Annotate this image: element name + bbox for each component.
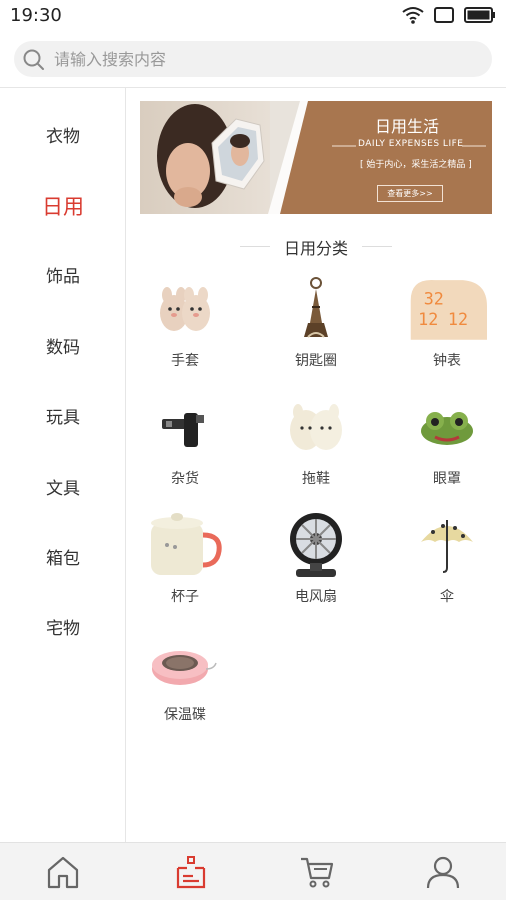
- category-umbrella[interactable]: 伞: [387, 510, 506, 620]
- nav-profile[interactable]: [418, 851, 468, 893]
- banner-title: 日用生活: [375, 117, 440, 136]
- search-icon: [23, 49, 44, 70]
- category-warmer-plate[interactable]: 保温碟: [125, 628, 245, 738]
- category-label: 手套: [171, 353, 199, 369]
- cart-icon: [301, 857, 334, 888]
- search-input[interactable]: [54, 41, 474, 77]
- sidebar-item-clothing[interactable]: 衣物: [0, 117, 126, 157]
- sidebar-item-daily[interactable]: 日用: [0, 187, 126, 227]
- category-label: 伞: [440, 589, 454, 605]
- search-bar[interactable]: [14, 41, 492, 77]
- status-bar: 19:30: [0, 0, 506, 32]
- keychain-icon: [276, 274, 356, 344]
- category-label: 钥匙圈: [295, 353, 337, 369]
- category-clock[interactable]: 32 12 12 钟表: [387, 274, 506, 384]
- home-icon: [47, 856, 79, 889]
- category-icon: [176, 856, 206, 889]
- nav-home[interactable]: [38, 851, 88, 893]
- warmer-plate-icon: [145, 628, 225, 698]
- slippers-icon: [276, 392, 356, 462]
- category-gloves[interactable]: 手套: [125, 274, 245, 384]
- category-eye-mask[interactable]: 眼罩: [387, 392, 506, 502]
- svg-text:12: 12: [448, 309, 468, 329]
- category-label: 杯子: [171, 589, 199, 605]
- bottom-nav: [0, 842, 506, 900]
- profile-icon: [426, 856, 460, 889]
- fan-icon: [276, 510, 356, 580]
- category-sidebar: 衣物 日用 饰品 数码 玩具 文具 箱包 宅物: [0, 88, 126, 842]
- category-fan[interactable]: 电风扇: [256, 510, 376, 620]
- eye-mask-icon: [407, 392, 487, 462]
- category-groceries[interactable]: 杂货: [125, 392, 245, 502]
- sidebar-item-home[interactable]: 宅物: [0, 609, 126, 649]
- gloves-icon: [145, 274, 225, 344]
- sidebar-item-accessories[interactable]: 饰品: [0, 257, 126, 297]
- promo-banner[interactable]: 日用生活 DAILY EXPENSES LIFE [ 始于内心，采生活之精品 ]…: [140, 101, 492, 214]
- nav-cart[interactable]: [292, 851, 342, 893]
- category-slippers[interactable]: 拖鞋: [256, 392, 376, 502]
- banner-slogan: [ 始于内心，采生活之精品 ]: [360, 160, 472, 170]
- category-label: 拖鞋: [302, 471, 330, 487]
- banner-subtitle: DAILY EXPENSES LIFE: [358, 139, 464, 149]
- banner-more-button[interactable]: 查看更多>>: [377, 185, 443, 202]
- category-label: 眼罩: [433, 471, 461, 487]
- nav-category[interactable]: [166, 851, 216, 893]
- wifi-icon: [402, 7, 424, 24]
- status-time: 19:30: [10, 5, 62, 26]
- svg-text:12: 12: [418, 309, 438, 329]
- category-label: 杂货: [171, 471, 199, 487]
- sidebar-item-bags[interactable]: 箱包: [0, 539, 126, 579]
- section-divider-left: [240, 246, 270, 247]
- clock-icon: 32 12 12: [407, 274, 487, 344]
- category-label: 电风扇: [295, 589, 337, 605]
- section-heading: 日用分类: [240, 235, 392, 259]
- category-keychain[interactable]: 钥匙圈: [256, 274, 376, 384]
- category-cup[interactable]: 杯子: [125, 510, 245, 620]
- battery-icon: [464, 7, 495, 23]
- status-icons: [402, 6, 496, 24]
- section-title: 日用分类: [283, 239, 348, 258]
- cup-icon: [145, 510, 225, 580]
- category-label: 钟表: [433, 353, 461, 369]
- sidebar-item-digital[interactable]: 数码: [0, 328, 126, 368]
- sidebar-item-stationery[interactable]: 文具: [0, 469, 126, 509]
- sim-icon: [434, 7, 454, 23]
- sidebar-item-toys[interactable]: 玩具: [0, 398, 126, 438]
- category-label: 保温碟: [164, 707, 206, 723]
- section-divider-right: [362, 246, 392, 247]
- svg-text:32: 32: [424, 288, 444, 308]
- umbrella-icon: [407, 510, 487, 580]
- groceries-icon: [145, 392, 225, 462]
